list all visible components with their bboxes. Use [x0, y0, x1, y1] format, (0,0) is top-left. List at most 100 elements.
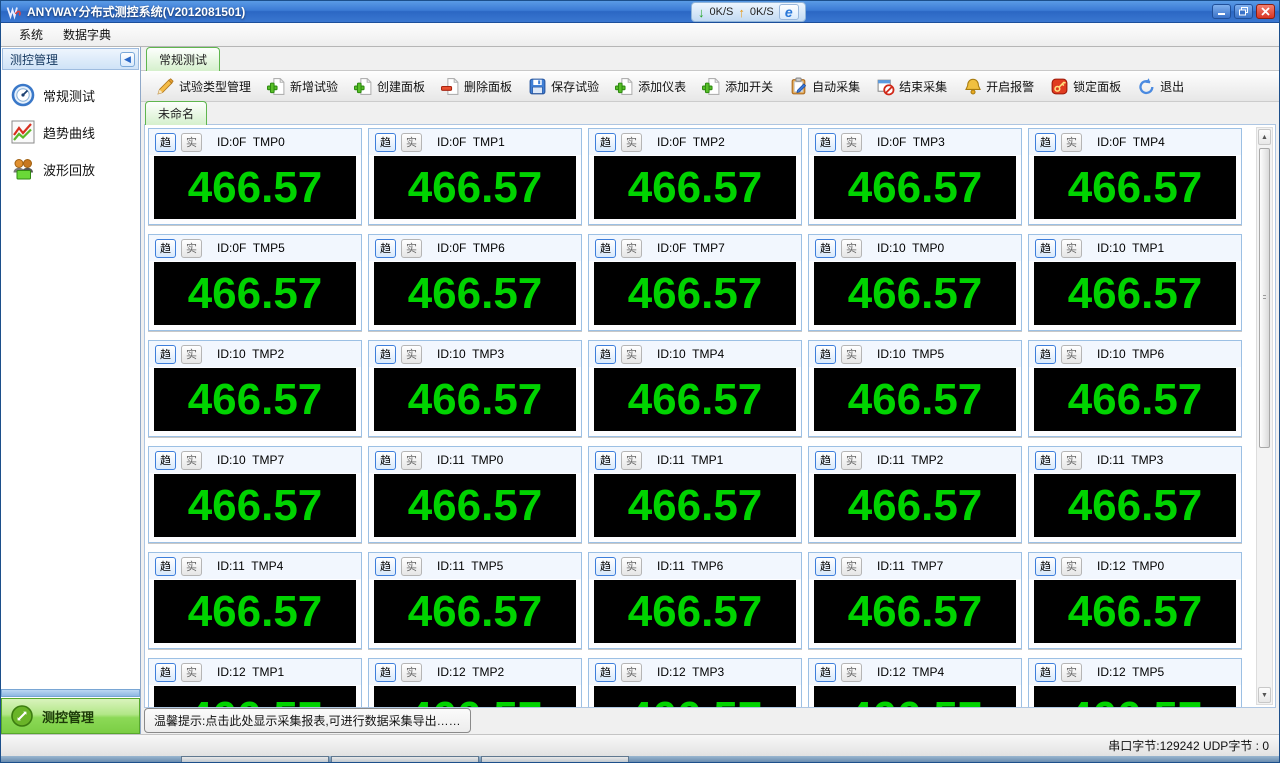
trend-button[interactable]: 趋	[375, 344, 396, 364]
menu-system[interactable]: 系统	[11, 23, 51, 46]
trend-button[interactable]: 趋	[815, 238, 836, 258]
realtime-button[interactable]: 实	[181, 238, 202, 258]
toolbar-button[interactable]: 新增试验	[260, 73, 345, 100]
tab-regular-test[interactable]: 常规测试	[146, 47, 221, 71]
toolbar-button[interactable]: 开启报警	[956, 73, 1041, 100]
trend-button[interactable]: 趋	[1035, 556, 1056, 576]
realtime-button[interactable]: 实	[841, 132, 862, 152]
realtime-button[interactable]: 实	[841, 450, 862, 470]
sidebar-item-regular-test[interactable]: 常规测试	[11, 83, 140, 107]
realtime-button[interactable]: 实	[621, 132, 642, 152]
meter-panel: 趋 实 ID:10 TMP3 466.57	[368, 340, 582, 437]
trend-button[interactable]: 趋	[155, 662, 176, 682]
trend-button[interactable]: 趋	[375, 132, 396, 152]
trend-button[interactable]: 趋	[595, 450, 616, 470]
realtime-button[interactable]: 实	[1061, 238, 1082, 258]
trend-button[interactable]: 趋	[595, 344, 616, 364]
toolbar-button[interactable]: 保存试验	[521, 73, 606, 100]
scroll-down-button[interactable]: ▼	[1258, 687, 1271, 703]
realtime-button[interactable]: 实	[841, 662, 862, 682]
trend-button[interactable]: 趋	[815, 450, 836, 470]
trend-button[interactable]: 趋	[595, 556, 616, 576]
realtime-button[interactable]: 实	[401, 662, 422, 682]
realtime-button[interactable]: 实	[1061, 132, 1082, 152]
realtime-button[interactable]: 实	[621, 238, 642, 258]
realtime-button[interactable]: 实	[621, 344, 642, 364]
trend-button[interactable]: 趋	[155, 556, 176, 576]
trend-button[interactable]: 趋	[1035, 344, 1056, 364]
realtime-button[interactable]: 实	[401, 556, 422, 576]
toolbar-button[interactable]: 退出	[1130, 73, 1191, 100]
trend-button[interactable]: 趋	[1035, 238, 1056, 258]
taskbar-window-button[interactable]	[481, 756, 629, 762]
realtime-button[interactable]: 实	[1061, 662, 1082, 682]
realtime-button[interactable]: 实	[181, 662, 202, 682]
realtime-button[interactable]: 实	[1061, 450, 1082, 470]
minimize-button[interactable]	[1212, 4, 1231, 19]
toolbar-button[interactable]: 添加仪表	[608, 73, 693, 100]
trend-button[interactable]: 趋	[375, 238, 396, 258]
realtime-button[interactable]: 实	[841, 556, 862, 576]
trend-button[interactable]: 趋	[1035, 132, 1056, 152]
toolbar-button[interactable]: 试验类型管理	[149, 73, 258, 100]
realtime-button[interactable]: 实	[401, 450, 422, 470]
realtime-button[interactable]: 实	[841, 344, 862, 364]
toolbar-button[interactable]: 结束采集	[869, 73, 954, 100]
taskbar-window-button[interactable]	[181, 756, 329, 762]
trend-button[interactable]: 趋	[815, 344, 836, 364]
trend-button[interactable]: 趋	[595, 662, 616, 682]
trend-button[interactable]: 趋	[815, 662, 836, 682]
trend-button[interactable]: 趋	[815, 556, 836, 576]
realtime-button[interactable]: 实	[401, 238, 422, 258]
realtime-button[interactable]: 实	[621, 556, 642, 576]
meter-panel: 趋 实 ID:11 TMP1 466.57	[588, 446, 802, 543]
realtime-button[interactable]: 实	[401, 344, 422, 364]
tab-unnamed[interactable]: 未命名	[145, 101, 208, 125]
toolbar-button[interactable]: 删除面板	[434, 73, 519, 100]
trend-button[interactable]: 趋	[155, 450, 176, 470]
realtime-button[interactable]: 实	[181, 556, 202, 576]
taskbar-window-button[interactable]	[331, 756, 479, 762]
trend-button[interactable]: 趋	[1035, 450, 1056, 470]
toolbar-button[interactable]: 自动采集	[782, 73, 867, 100]
trend-button[interactable]: 趋	[595, 132, 616, 152]
realtime-button[interactable]: 实	[181, 132, 202, 152]
realtime-button[interactable]: 实	[621, 662, 642, 682]
trend-button[interactable]: 趋	[155, 344, 176, 364]
trend-button[interactable]: 趋	[375, 556, 396, 576]
upload-speed: 0K/S	[749, 6, 774, 18]
sidebar-item-trend-curve[interactable]: 趋势曲线	[11, 120, 140, 144]
toolbar-button[interactable]: 创建面板	[347, 73, 432, 100]
toolbar-button[interactable]: 添加开关	[695, 73, 780, 100]
trend-button[interactable]: 趋	[1035, 662, 1056, 682]
trend-button[interactable]: 趋	[155, 132, 176, 152]
realtime-button[interactable]: 实	[1061, 556, 1082, 576]
sidebar-item-waveform-playback[interactable]: 波形回放	[11, 157, 140, 181]
realtime-button[interactable]: 实	[841, 238, 862, 258]
meter-id-label: ID:11 TMP7	[877, 559, 944, 573]
scrollbar-thumb[interactable]	[1259, 148, 1270, 448]
menu-data-dictionary[interactable]: 数据字典	[55, 23, 119, 46]
trend-button[interactable]: 趋	[155, 238, 176, 258]
trend-button[interactable]: 趋	[375, 450, 396, 470]
realtime-button[interactable]: 实	[181, 450, 202, 470]
report-hint-button[interactable]: 温馨提示:点击此处显示采集报表,可进行数据采集导出……	[144, 707, 471, 733]
close-button[interactable]	[1256, 4, 1275, 19]
vertical-scrollbar[interactable]: ▲ ▼	[1256, 127, 1273, 705]
ie-icon[interactable]: e	[778, 4, 799, 20]
meter-id-label: ID:11 TMP1	[657, 453, 724, 467]
trend-button[interactable]: 趋	[815, 132, 836, 152]
restore-button[interactable]	[1234, 4, 1253, 19]
realtime-button[interactable]: 实	[401, 132, 422, 152]
collapse-sidebar-button[interactable]: ◀	[120, 51, 135, 67]
realtime-button[interactable]: 实	[621, 450, 642, 470]
sidebar-splitter[interactable]	[1, 689, 140, 697]
trend-button[interactable]: 趋	[595, 238, 616, 258]
save-icon	[528, 77, 547, 96]
scroll-up-button[interactable]: ▲	[1258, 129, 1271, 145]
realtime-button[interactable]: 实	[1061, 344, 1082, 364]
realtime-button[interactable]: 实	[181, 344, 202, 364]
measure-control-button[interactable]: 测控管理	[1, 698, 140, 734]
trend-button[interactable]: 趋	[375, 662, 396, 682]
toolbar-button[interactable]: 锁定面板	[1043, 73, 1128, 100]
